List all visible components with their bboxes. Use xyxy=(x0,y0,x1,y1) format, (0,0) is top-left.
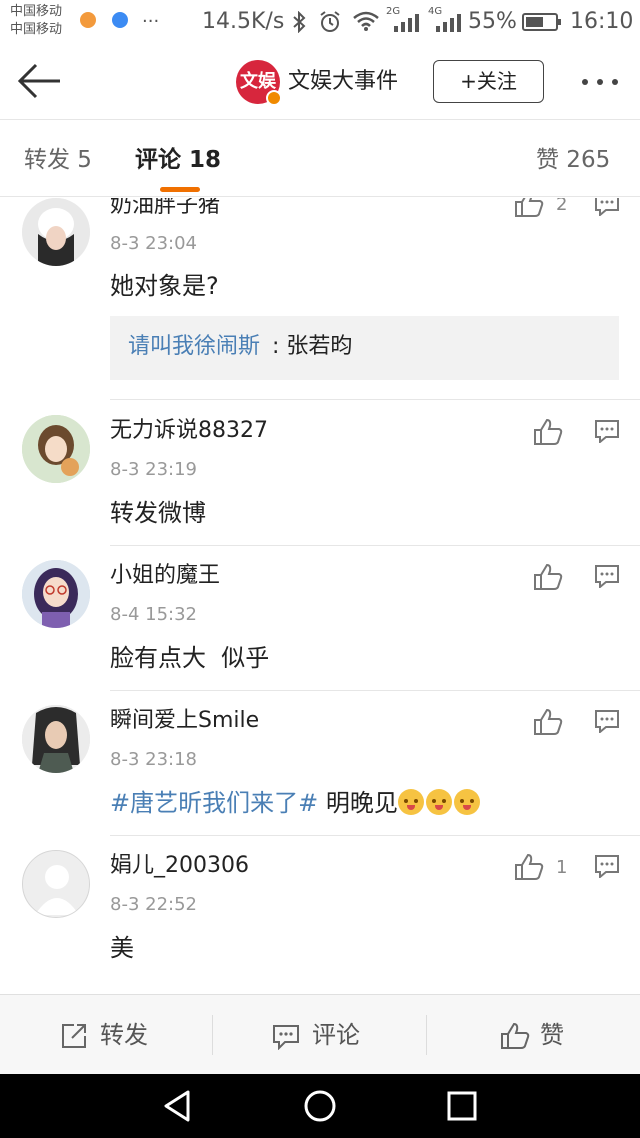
comment-time: 8-3 23:18 xyxy=(110,749,197,770)
thumbs-up-icon xyxy=(501,1022,530,1049)
verified-badge-icon xyxy=(266,90,282,106)
hashtag-link[interactable]: #唐艺昕我们来了# xyxy=(110,789,318,817)
follow-button[interactable]: +关注 xyxy=(433,60,544,103)
carrier-1: 中国移动 xyxy=(10,4,63,19)
like-count: 2 xyxy=(556,198,568,215)
battery-icon xyxy=(522,13,561,31)
tab-likes[interactable]: 赞 265 xyxy=(536,145,610,175)
signal-icon-1 xyxy=(394,14,419,32)
like-button[interactable]: 赞 xyxy=(500,1017,580,1053)
nav-back-icon[interactable] xyxy=(158,1088,198,1124)
tab-repost[interactable]: 转发 5 xyxy=(24,145,92,175)
more-dots-icon[interactable] xyxy=(576,70,624,94)
page-title[interactable]: 文娱大事件 xyxy=(288,68,398,96)
comment-text: 脸有点大 似乎 xyxy=(110,644,270,672)
comment-icon[interactable] xyxy=(594,854,620,878)
status-bar: 中国移动 中国移动 ··· 14.5K/s 2G 4G 55% 16:10 xyxy=(0,0,640,44)
active-tab-indicator xyxy=(160,187,200,192)
wifi-icon xyxy=(353,11,379,31)
like-label: 赞 xyxy=(540,1021,564,1049)
battery-percent: 55% xyxy=(468,9,517,34)
thumbs-up-icon[interactable] xyxy=(533,708,563,736)
back-arrow-icon[interactable] xyxy=(14,60,64,102)
comment-list: 奶油胖子猪 2 8-3 23:04 她对象是? 请叫我徐闹斯 : 张若昀 无力诉… xyxy=(0,198,640,980)
comment-time: 8-3 23:04 xyxy=(110,233,197,254)
comment-username[interactable]: 奶油胖子猪 xyxy=(110,198,220,220)
comment-text: 她对象是? xyxy=(110,272,219,300)
comment-username[interactable]: 无力诉说88327 xyxy=(110,417,268,445)
comment-item: 无力诉说88327 8-3 23:19 转发微博 xyxy=(0,401,640,546)
comment-button[interactable]: 评论 xyxy=(272,1017,382,1053)
repost-button[interactable]: 转发 xyxy=(60,1017,170,1053)
avatar[interactable] xyxy=(22,850,90,918)
reply-preview[interactable]: 请叫我徐闹斯 : 张若昀 xyxy=(110,316,619,380)
tab-comments[interactable]: 评论 18 xyxy=(135,145,221,175)
system-nav-bar xyxy=(0,1074,640,1138)
like-count: 1 xyxy=(556,857,568,878)
comment-time: 8-3 23:19 xyxy=(110,459,197,480)
alarm-icon xyxy=(320,11,340,32)
clock: 16:10 xyxy=(570,9,634,34)
notification-app-icon xyxy=(80,12,96,28)
comment-time: 8-4 15:32 xyxy=(110,604,197,625)
comment-item: 娟儿_200306 1 8-3 22:52 美 xyxy=(0,836,640,980)
divider xyxy=(110,399,640,400)
comment-icon[interactable] xyxy=(594,709,620,733)
avatar[interactable] xyxy=(22,415,90,483)
comment-username[interactable]: 娟儿_200306 xyxy=(110,852,249,880)
comment-label: 评论 xyxy=(312,1021,360,1049)
separator xyxy=(212,1015,213,1055)
bluetooth-icon xyxy=(293,11,306,33)
share-icon xyxy=(62,1024,86,1048)
comment-icon[interactable] xyxy=(594,564,620,588)
avatar[interactable] xyxy=(22,705,90,773)
emoji-icon xyxy=(397,789,424,815)
comment-time: 8-3 22:52 xyxy=(110,894,197,915)
carrier-2: 中国移动 xyxy=(10,22,63,37)
emoji-icon xyxy=(453,789,480,815)
avatar[interactable] xyxy=(22,198,90,266)
comment-text-body: 明晚见 xyxy=(318,789,398,817)
comment-text: 转发微博 xyxy=(110,499,206,527)
header: 文娱 文娱大事件 +关注 xyxy=(0,44,640,120)
reply-username[interactable]: 请叫我徐闹斯 xyxy=(128,332,260,362)
comment-item: 小姐的魔王 8-4 15:32 脸有点大 似乎 xyxy=(0,546,640,691)
tab-bar: 转发 5 评论 18 赞 265 xyxy=(0,121,640,197)
account-avatar[interactable]: 文娱 xyxy=(236,60,282,106)
thumbs-up-icon[interactable] xyxy=(533,418,563,446)
comment-text: #唐艺昕我们来了# 明晚见 xyxy=(110,787,482,819)
network-speed: 14.5K/s xyxy=(202,9,285,34)
thumbs-up-icon[interactable] xyxy=(514,198,544,218)
comment-username[interactable]: 小姐的魔王 xyxy=(110,562,220,590)
account-avatar-text: 文娱 xyxy=(240,71,276,92)
comment-icon[interactable] xyxy=(594,419,620,443)
thumbs-up-icon[interactable] xyxy=(533,563,563,591)
comment-text: 美 xyxy=(110,934,134,962)
signal-icon-2 xyxy=(436,14,461,32)
notification-shield-icon xyxy=(112,12,128,28)
nav-home-icon[interactable] xyxy=(300,1088,340,1124)
emoji-icon xyxy=(425,789,452,815)
comment-username[interactable]: 瞬间爱上Smile xyxy=(110,707,259,735)
comment-icon[interactable] xyxy=(594,198,620,216)
reply-text: : 张若昀 xyxy=(272,334,353,359)
repost-label: 转发 xyxy=(100,1021,148,1049)
bottom-action-bar: 转发 评论 赞 xyxy=(0,994,640,1074)
separator xyxy=(426,1015,427,1055)
avatar[interactable] xyxy=(22,560,90,628)
comment-item: 奶油胖子猪 2 8-3 23:04 她对象是? 请叫我徐闹斯 : 张若昀 xyxy=(0,198,640,400)
status-more-icon: ··· xyxy=(142,11,160,32)
thumbs-up-icon[interactable] xyxy=(514,853,544,881)
comment-icon xyxy=(273,1025,299,1050)
nav-recent-icon[interactable] xyxy=(442,1088,482,1124)
comment-item: 瞬间爱上Smile 8-3 23:18 #唐艺昕我们来了# 明晚见 xyxy=(0,691,640,836)
